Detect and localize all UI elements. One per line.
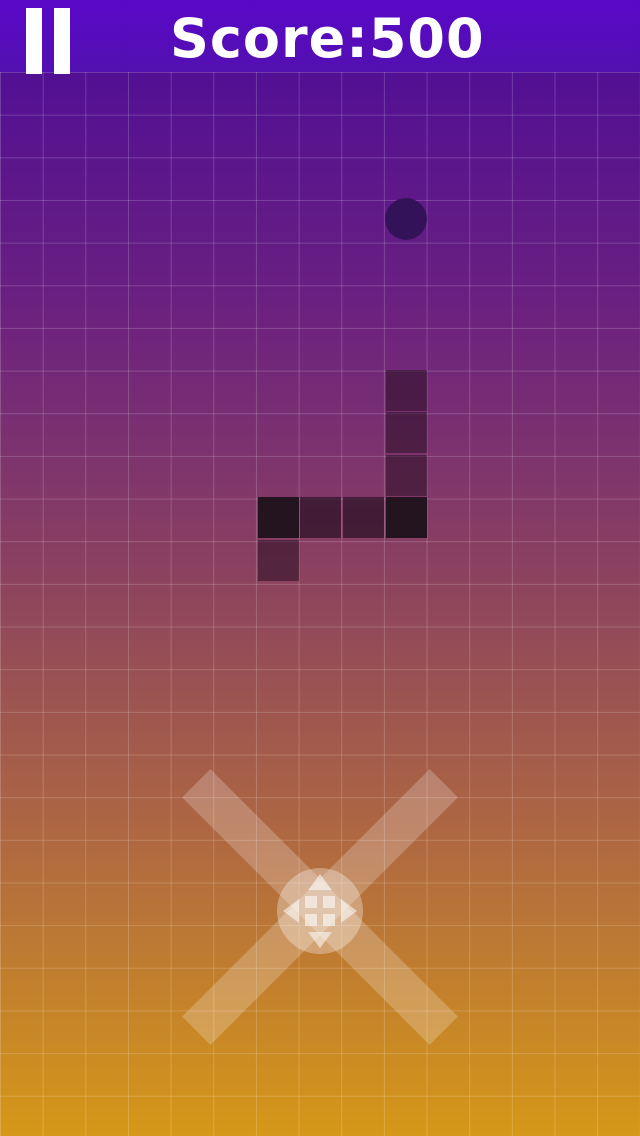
- direction-pad[interactable]: [175, 762, 465, 1052]
- pause-icon: [26, 8, 42, 74]
- move-arrows-icon: [283, 874, 357, 948]
- food-dot: [385, 198, 427, 240]
- snake-head: [258, 497, 299, 538]
- snake-segment: [386, 370, 427, 411]
- snake-segment: [386, 412, 427, 453]
- score-label: Score:500: [170, 7, 485, 70]
- snake-segment: [258, 540, 299, 581]
- pause-button[interactable]: [20, 6, 80, 78]
- pause-icon: [54, 8, 70, 74]
- game-screen: Score:500: [0, 0, 640, 1136]
- snake-segment: [300, 497, 341, 538]
- snake-segment: [386, 455, 427, 496]
- top-bar: Score:500: [0, 0, 640, 74]
- snake-segment: [343, 497, 384, 538]
- snake-segment: [386, 497, 427, 538]
